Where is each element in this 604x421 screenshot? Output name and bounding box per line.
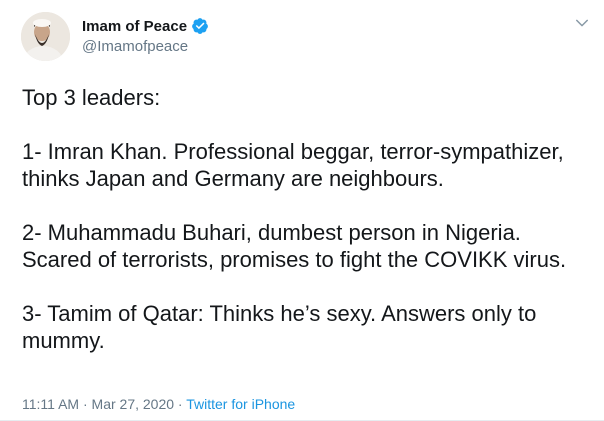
tweet-date[interactable]: Mar 27, 2020 [92,396,175,412]
tweet-card: Imam of Peace @Imamofpeace Top 3 leaders… [0,0,604,421]
chevron-down-icon[interactable] [573,14,591,32]
tweet-source-link[interactable]: Twitter for iPhone [186,396,295,412]
tweet-line: mummy. [22,328,105,353]
author-handle[interactable]: @Imamofpeace [82,38,209,55]
avatar[interactable] [21,12,70,61]
tweet-time[interactable]: 11:11 AM [22,396,79,412]
meta-separator: · [79,396,92,412]
author-block: Imam of Peace @Imamofpeace [82,16,209,55]
tweet-text: Top 3 leaders: 1- Imran Khan. Profession… [22,84,596,354]
name-row: Imam of Peace [82,16,209,36]
tweet-line: Scared of terrorists, promises to fight … [22,247,567,272]
tweet-line: Top 3 leaders: [22,85,161,110]
tweet-line: thinks Japan and Germany are neighbours. [22,166,444,191]
meta-separator: · [174,396,187,412]
verified-badge-icon [192,18,208,34]
tweet-line: 1- Imran Khan. Professional beggar, terr… [22,139,564,164]
tweet-line: 3- Tamim of Qatar: Thinks he’s sexy. Ans… [22,301,537,326]
tweet-line: 2- Muhammadu Buhari, dumbest person in N… [22,220,521,245]
tweet-meta: 11:11 AM · Mar 27, 2020 · Twitter for iP… [22,396,295,412]
author-display-name[interactable]: Imam of Peace [82,18,187,35]
avatar-image [21,12,70,61]
